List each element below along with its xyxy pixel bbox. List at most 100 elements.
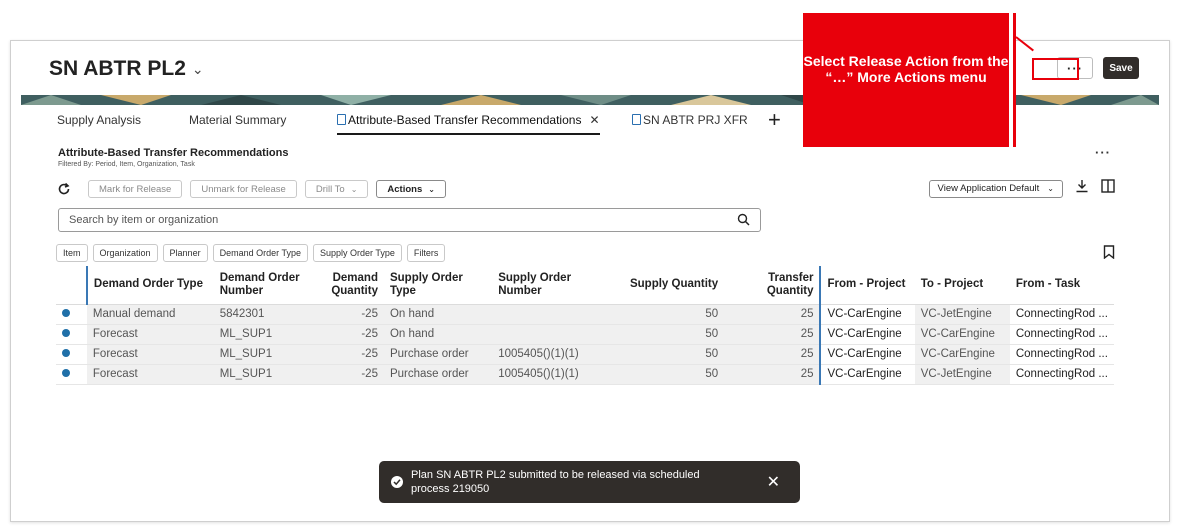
- table-cell: 50: [609, 304, 725, 325]
- drill-to-label: Drill To: [315, 183, 345, 195]
- table-cell: 25: [724, 344, 822, 365]
- filter-organization[interactable]: Organization: [92, 244, 158, 262]
- filter-supply-order-type[interactable]: Supply Order Type: [312, 244, 402, 262]
- plan-selector[interactable]: SN ABTR PL2 ⌄: [49, 57, 204, 81]
- status-dot-icon: [62, 369, 70, 377]
- view-label: View Application Default: [937, 183, 1040, 194]
- filters-button[interactable]: Filters: [406, 244, 446, 262]
- table-cell: -25: [315, 304, 384, 325]
- tab-sn-abtr-prj-xfr[interactable]: SN ABTR PRJ XFR: [632, 113, 748, 127]
- table-row[interactable]: Forecast ML_SUP1 -25 Purchase order 1005…: [56, 344, 1114, 365]
- search-placeholder: Search by item or organization: [69, 214, 219, 226]
- status-indicator: [56, 304, 87, 325]
- search-icon[interactable]: [737, 213, 750, 229]
- table-cell: ConnectingRod ...: [1009, 324, 1114, 345]
- table-cell: Manual demand: [86, 304, 214, 325]
- column-header[interactable]: Transfer Quantity: [724, 266, 822, 305]
- column-header[interactable]: From - Project: [820, 266, 915, 305]
- filter-chips: Item Organization Planner Demand Order T…: [56, 244, 446, 262]
- table-cell: VC-CarEngine: [820, 364, 915, 385]
- table-cell: Purchase order: [383, 364, 493, 385]
- column-header[interactable]: Supply Order Number: [492, 266, 610, 305]
- status-dot-icon: [62, 309, 70, 317]
- table-cell: Forecast: [86, 344, 214, 365]
- table-cell: 50: [609, 324, 725, 345]
- tab-material-summary[interactable]: Material Summary: [189, 113, 286, 127]
- column-header[interactable]: Supply Order Type: [383, 266, 493, 305]
- filter-item[interactable]: Item: [56, 244, 88, 262]
- toast-message: Plan SN ABTR PL2 submitted to be release…: [411, 469, 700, 495]
- tab-supply-analysis[interactable]: Supply Analysis: [57, 113, 141, 127]
- table-row[interactable]: Manual demand 5842301 -25 On hand 50 25 …: [56, 304, 1114, 325]
- transfer-recommendations-table: Demand Order Type Demand Order Number De…: [56, 266, 1114, 385]
- bookmark-icon[interactable]: [1103, 245, 1115, 264]
- table-header-row: Demand Order Type Demand Order Number De…: [56, 266, 1114, 305]
- actions-menu-button[interactable]: Actions ⌄: [376, 180, 446, 198]
- status-indicator: [56, 324, 87, 345]
- add-tab-icon[interactable]: +: [768, 107, 781, 133]
- close-tab-icon[interactable]: ✕: [589, 113, 599, 127]
- unmark-for-release-button[interactable]: Unmark for Release: [190, 180, 297, 198]
- table-cell: VC-CarEngine: [820, 344, 915, 365]
- filter-planner[interactable]: Planner: [162, 244, 208, 262]
- tab-label: Material Summary: [189, 113, 287, 127]
- table-cell: 1005405()(1)(1): [492, 344, 610, 365]
- table-row[interactable]: Forecast ML_SUP1 -25 Purchase order 1005…: [56, 364, 1114, 385]
- refresh-icon[interactable]: [56, 181, 72, 197]
- tab-label: SN ABTR PRJ XFR: [643, 113, 748, 127]
- table-toolbar: Mark for Release Unmark for Release Dril…: [56, 179, 446, 199]
- table-cell: Forecast: [86, 364, 214, 385]
- mark-for-release-button[interactable]: Mark for Release: [88, 180, 183, 198]
- document-icon: [337, 114, 346, 125]
- tab-label: Attribute-Based Transfer Recommendations: [348, 113, 582, 127]
- column-header[interactable]: Demand Order Number: [213, 266, 315, 305]
- close-icon[interactable]: ✕: [767, 472, 780, 492]
- table-cell: ML_SUP1: [213, 324, 315, 345]
- chevron-down-icon: ⌄: [191, 60, 204, 77]
- save-button[interactable]: Save: [1103, 57, 1139, 79]
- document-icon: [632, 114, 641, 125]
- column-header[interactable]: Demand Quantity: [315, 266, 384, 305]
- column-header[interactable]: Demand Order Type: [85, 266, 214, 305]
- table-cell: VC-CarEngine: [820, 304, 915, 325]
- table-cell: On hand: [383, 304, 493, 325]
- table-cell: VC-CarEngine: [914, 344, 1010, 365]
- instruction-callout: Select Release Action from the “…” More …: [803, 13, 1009, 147]
- table-cell: ML_SUP1: [213, 364, 315, 385]
- table-cell: ML_SUP1: [213, 344, 315, 365]
- section-title: Attribute-Based Transfer Recommendations: [58, 147, 289, 159]
- search-input[interactable]: Search by item or organization: [58, 208, 761, 232]
- tab-attribute-based-transfer[interactable]: Attribute-Based Transfer Recommendations…: [337, 113, 600, 135]
- callout-bar: [1013, 13, 1016, 147]
- table-cell: ConnectingRod ...: [1009, 364, 1114, 385]
- column-header[interactable]: From - Task: [1009, 266, 1114, 305]
- table-cell: 25: [724, 304, 822, 325]
- status-indicator: [56, 344, 87, 365]
- table-cell: Purchase order: [383, 344, 493, 365]
- split-view-icon[interactable]: [1101, 179, 1115, 198]
- table-cell: 1005405()(1)(1): [492, 364, 610, 385]
- confirmation-toast: Plan SN ABTR PL2 submitted to be release…: [379, 461, 800, 503]
- column-header[interactable]: Supply Quantity: [609, 266, 725, 305]
- table-cell: [492, 304, 610, 325]
- table-cell: ConnectingRod ...: [1009, 304, 1114, 325]
- table-cell: 5842301: [213, 304, 315, 325]
- status-indicator: [56, 364, 87, 385]
- chevron-down-icon: ⌄: [428, 184, 435, 194]
- view-selector[interactable]: View Application Default ⌄: [928, 179, 1063, 198]
- table-cell: 25: [724, 364, 822, 385]
- table-cell: VC-CarEngine: [820, 324, 915, 345]
- chevron-down-icon: ⌄: [350, 184, 358, 194]
- download-icon[interactable]: [1075, 179, 1089, 198]
- filter-demand-order-type[interactable]: Demand Order Type: [212, 244, 308, 262]
- table-cell: 25: [724, 324, 822, 345]
- drill-to-button[interactable]: Drill To ⌄: [304, 180, 369, 198]
- table-cell: 50: [609, 364, 725, 385]
- column-header[interactable]: To - Project: [914, 266, 1010, 305]
- table-cell: [492, 324, 610, 345]
- section-more-actions-button[interactable]: ···: [1095, 145, 1111, 160]
- table-cell: VC-JetEngine: [914, 364, 1010, 385]
- table-row[interactable]: Forecast ML_SUP1 -25 On hand 50 25 VC-Ca…: [56, 324, 1114, 345]
- status-dot-icon: [62, 329, 70, 337]
- page-title: SN ABTR PL2: [49, 57, 186, 80]
